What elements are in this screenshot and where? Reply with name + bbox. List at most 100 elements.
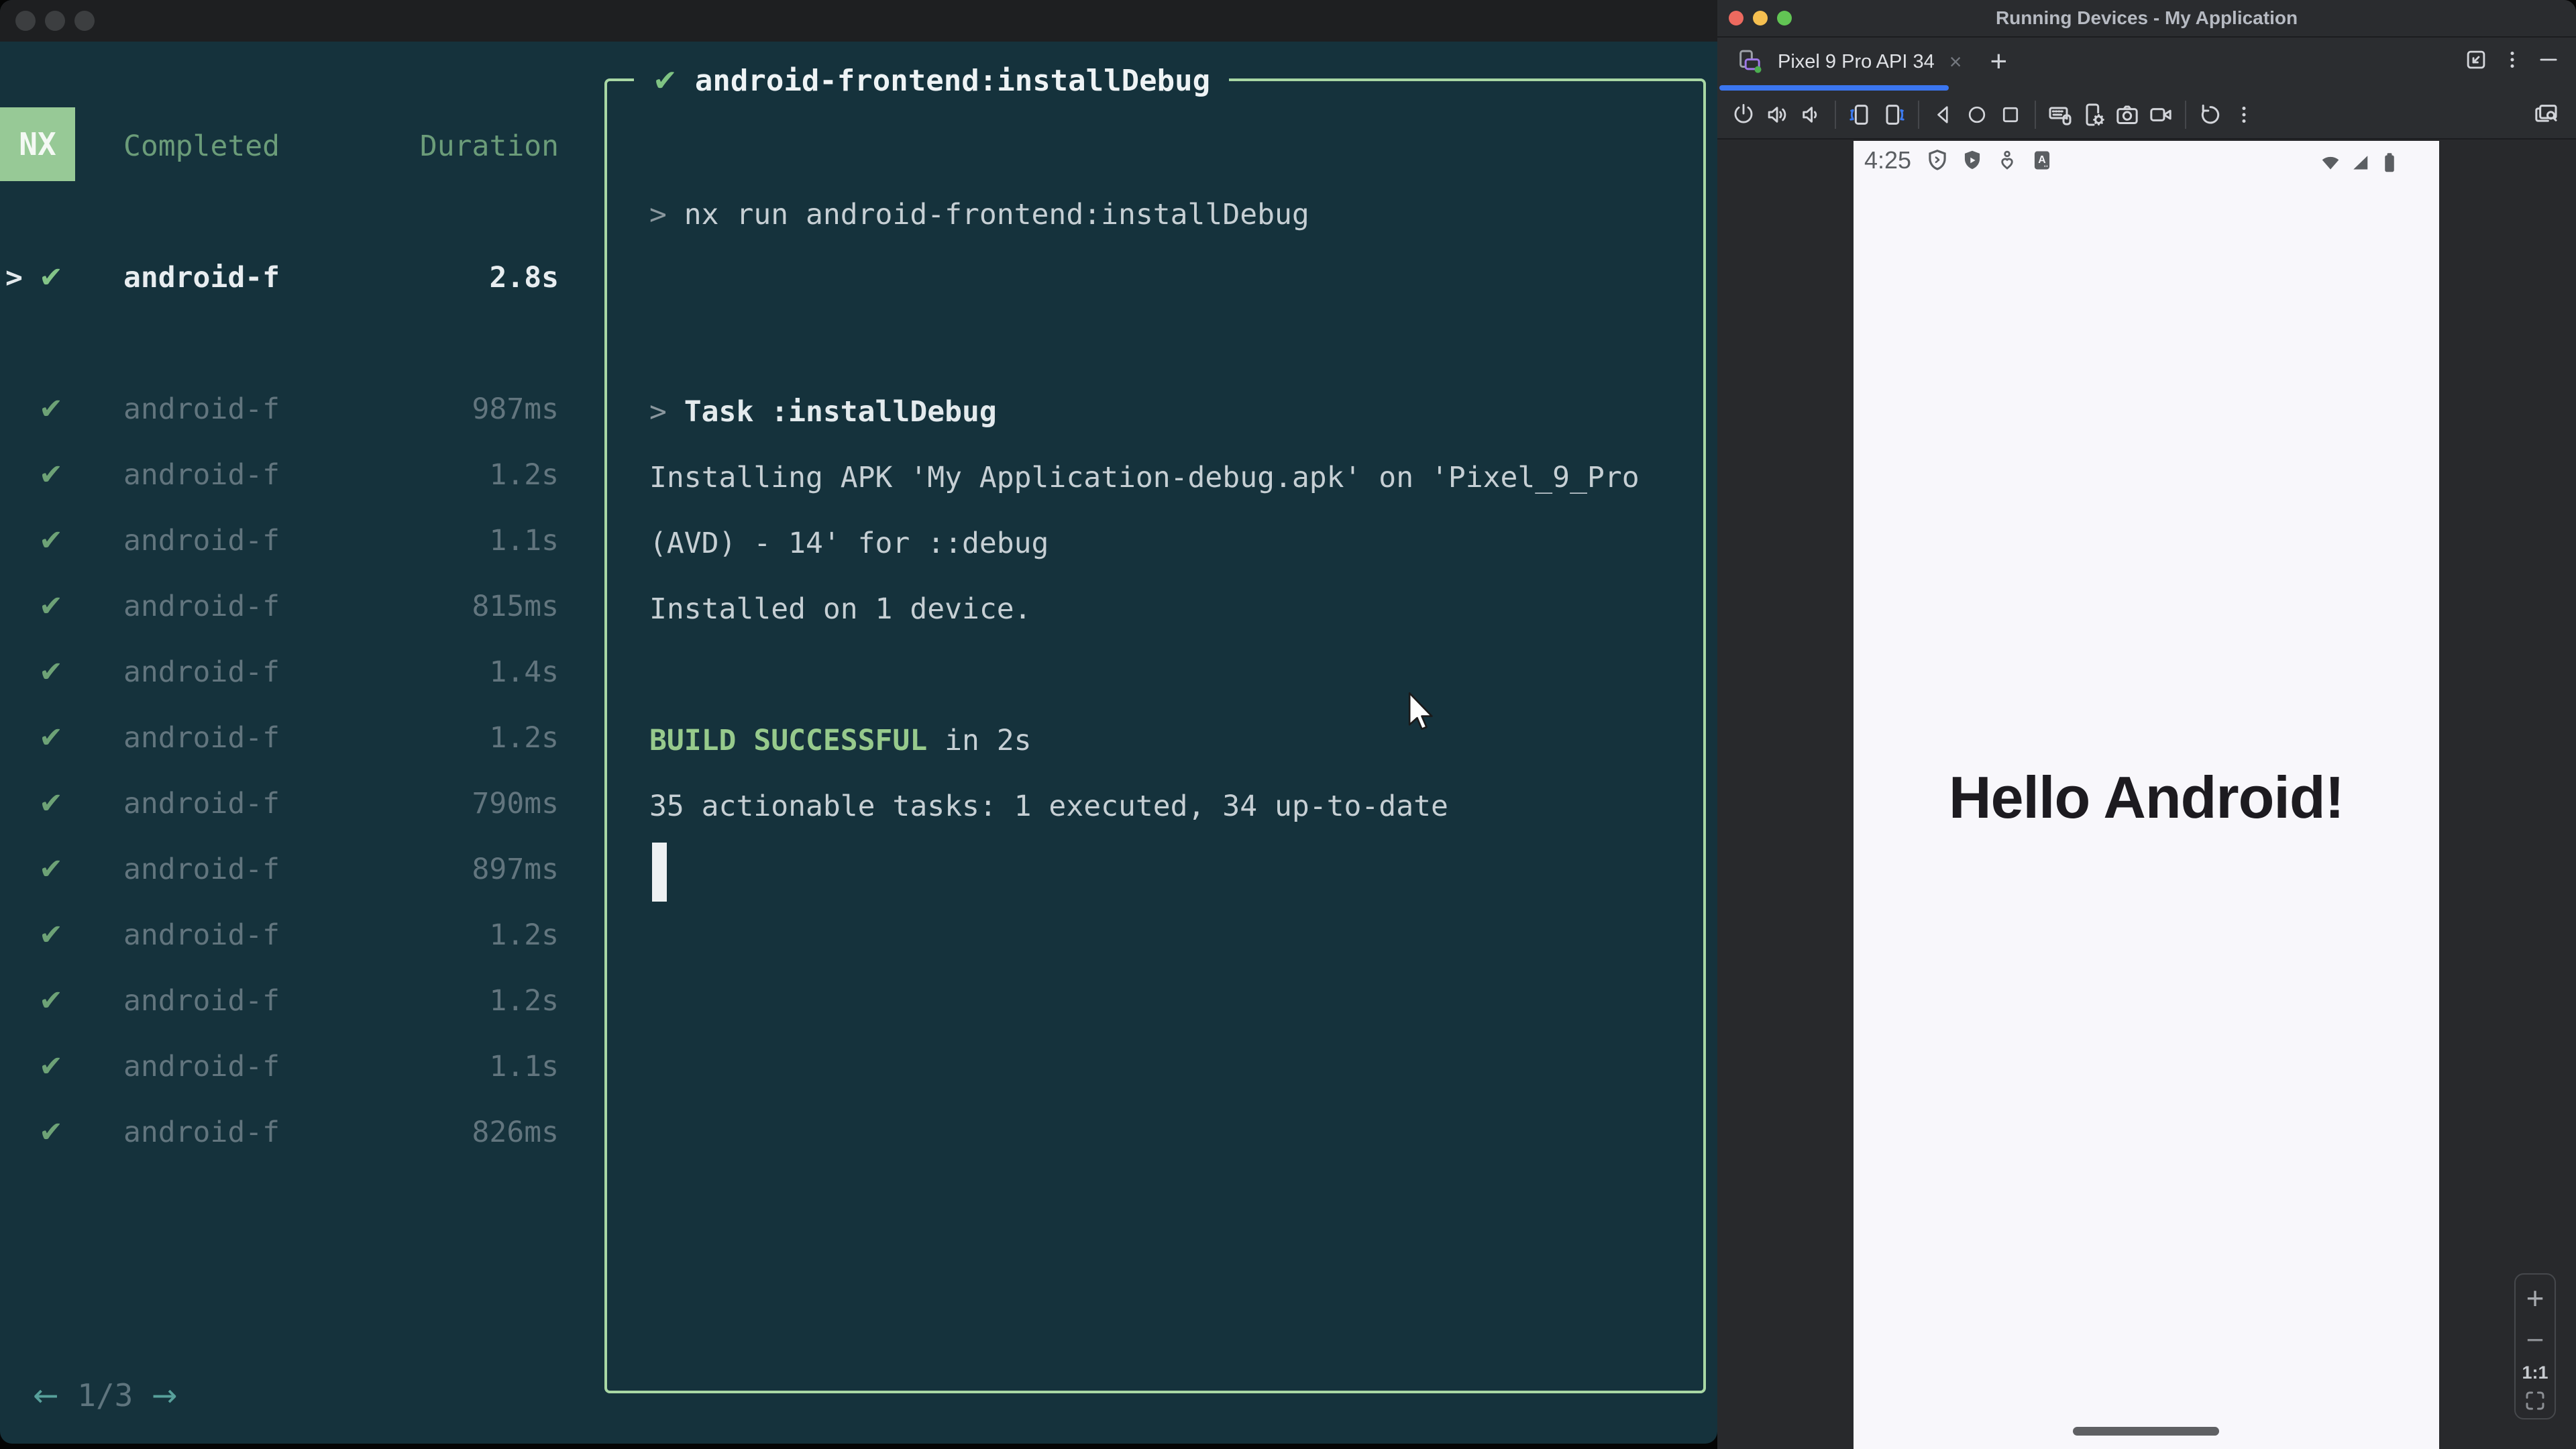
task-row[interactable]: ✔ android-f 1.2s — [0, 442, 577, 508]
success-check-icon: ✔ — [39, 590, 64, 623]
volume-up-icon[interactable] — [1760, 98, 1794, 131]
tab-close-icon[interactable]: × — [1949, 50, 1962, 74]
build-status-text: BUILD SUCCESSFUL — [649, 724, 928, 757]
task-name: android-f — [123, 1116, 280, 1149]
task-duration: 1.2s — [489, 721, 559, 755]
mouse-cursor — [1408, 692, 1433, 730]
task-row[interactable]: ✔ android-f 1.2s — [0, 705, 577, 771]
install-line-3: Installed on 1 device. — [649, 592, 1032, 626]
success-check-icon: ✔ — [39, 787, 64, 820]
home-icon[interactable] — [1960, 98, 1994, 131]
task-row[interactable]: ✔ android-f 897ms — [0, 837, 577, 902]
window-title: Running Devices - My Application — [1995, 7, 2298, 28]
success-check-icon: ✔ — [39, 918, 64, 952]
task-row[interactable]: ✔ android-f 1.4s — [0, 639, 577, 705]
overview-icon[interactable] — [1994, 98, 2027, 131]
success-check-icon: ✔ — [653, 64, 678, 98]
active-tab-underline — [1719, 85, 1949, 91]
window-close-button[interactable] — [15, 11, 36, 31]
rotate-left-icon[interactable] — [1843, 98, 1877, 131]
task-duration: 1.2s — [489, 458, 559, 492]
tool-window-controls — [2463, 47, 2561, 72]
status-bar-right — [2318, 150, 2402, 174]
task-row[interactable]: ✔ android-f 1.1s — [0, 1034, 577, 1099]
minimize-icon[interactable] — [2536, 47, 2561, 72]
studio-titlebar[interactable]: Running Devices - My Application — [1717, 0, 2576, 38]
window-zoom-button[interactable] — [74, 11, 95, 31]
zoom-in-button[interactable]: + — [2526, 1280, 2544, 1316]
success-check-icon: ✔ — [39, 1116, 64, 1149]
status-bar-left: 4:25 A — [1864, 146, 2055, 174]
success-check-icon: ✔ — [39, 1050, 64, 1083]
device-tab-bar: Pixel 9 Pro API 34 × + — [1717, 38, 2576, 91]
task-name: android-f — [123, 853, 280, 886]
device-settings-icon[interactable] — [2077, 98, 2110, 131]
new-tab-icon[interactable]: + — [1990, 45, 2007, 78]
pagination: ← 1/3 → — [33, 1362, 178, 1428]
signal-icon — [2353, 156, 2368, 170]
reset-icon[interactable] — [2194, 98, 2227, 131]
task-duration: 1.4s — [489, 655, 559, 689]
status-time: 4:25 — [1864, 146, 1912, 174]
toolbar-separator — [1918, 100, 1919, 129]
page-indicator: 1/3 — [77, 1377, 133, 1413]
play-protect-icon — [1964, 150, 1980, 169]
task-row[interactable]: ✔ android-f 790ms — [0, 771, 577, 837]
success-check-icon: ✔ — [39, 984, 64, 1018]
screen-record-icon[interactable] — [2144, 98, 2178, 131]
task-name: android-f — [123, 590, 280, 623]
task-duration: 1.2s — [489, 918, 559, 952]
next-page-arrow[interactable]: → — [152, 1377, 178, 1413]
actual-size-button[interactable]: 1:1 — [2522, 1362, 2548, 1383]
task-row[interactable]: ✔ android-f 1.2s — [0, 968, 577, 1034]
tab-label: Pixel 9 Pro API 34 — [1778, 50, 1935, 72]
install-line-1: Installing APK 'My Application-debug.apk… — [649, 461, 1640, 494]
task-duration: 1.1s — [489, 524, 559, 557]
window-minimize-button[interactable] — [45, 11, 65, 31]
zoom-controls: + − 1:1 — [2514, 1273, 2556, 1419]
gradle-task-name: Task :installDebug — [684, 395, 997, 429]
task-name: android-f — [123, 524, 280, 557]
rotate-right-icon[interactable] — [1877, 98, 1911, 131]
dock-float-icon[interactable] — [2463, 47, 2489, 72]
zoom-out-button[interactable]: − — [2526, 1322, 2544, 1358]
toolbar-separator — [2185, 100, 2186, 129]
volume-down-icon[interactable] — [1794, 98, 1827, 131]
task-duration: 1.1s — [489, 1050, 559, 1083]
more-vertical-icon[interactable] — [2500, 47, 2525, 72]
task-row[interactable]: ✔ android-f 826ms — [0, 1099, 577, 1165]
toolbar-separator — [1835, 100, 1836, 129]
task-row[interactable]: > ✔ android-f 2.8s — [0, 245, 577, 311]
task-output-title: ✔ android-frontend:installDebug — [634, 57, 1230, 105]
task-list-panel: NX Completed Duration > ✔ android-f 2.8s ✔ an… — [0, 42, 577, 1444]
prompt-caret: > — [649, 395, 684, 429]
task-row[interactable]: ✔ android-f 1.2s — [0, 902, 577, 968]
fit-screen-icon[interactable] — [2523, 1389, 2547, 1413]
power-icon[interactable] — [1727, 98, 1760, 131]
completed-column-header: Completed — [123, 129, 280, 163]
device-toolbar — [1717, 91, 2576, 140]
task-duration: 2.8s — [489, 261, 559, 294]
task-row[interactable]: ✔ android-f 815ms — [0, 574, 577, 639]
phone-screen[interactable]: 4:25 A Hello Android! — [1854, 141, 2439, 1449]
success-check-icon: ✔ — [39, 458, 64, 492]
hardware-input-icon[interactable] — [2043, 98, 2077, 131]
screenshot-root: NX Completed Duration > ✔ android-f 2.8s ✔ an… — [0, 0, 2576, 1449]
task-row[interactable]: ✔ android-f 1.1s — [0, 508, 577, 574]
build-result-line: BUILD SUCCESSFUL in 2s — [649, 708, 1032, 773]
success-check-icon: ✔ — [39, 392, 64, 426]
task-duration: 815ms — [472, 590, 559, 623]
task-list-header: Completed Duration — [0, 113, 577, 179]
display-search-icon[interactable] — [2529, 98, 2563, 131]
build-time-text: in 2s — [927, 724, 1032, 757]
tab-pixel-9-pro[interactable]: Pixel 9 Pro API 34 × + — [1736, 38, 2007, 86]
task-row[interactable]: ✔ android-f 987ms — [0, 376, 577, 442]
more-icon[interactable] — [2227, 98, 2261, 131]
terminal-titlebar[interactable] — [0, 0, 1717, 42]
hello-android-text: Hello Android! — [1949, 764, 2345, 830]
screenshot-icon[interactable] — [2110, 98, 2144, 131]
prev-page-arrow[interactable]: ← — [33, 1377, 59, 1413]
navigation-handle[interactable] — [2073, 1427, 2219, 1436]
install-line-2: (AVD) - 14' for ::debug — [649, 527, 1049, 560]
back-icon[interactable] — [1927, 98, 1960, 131]
